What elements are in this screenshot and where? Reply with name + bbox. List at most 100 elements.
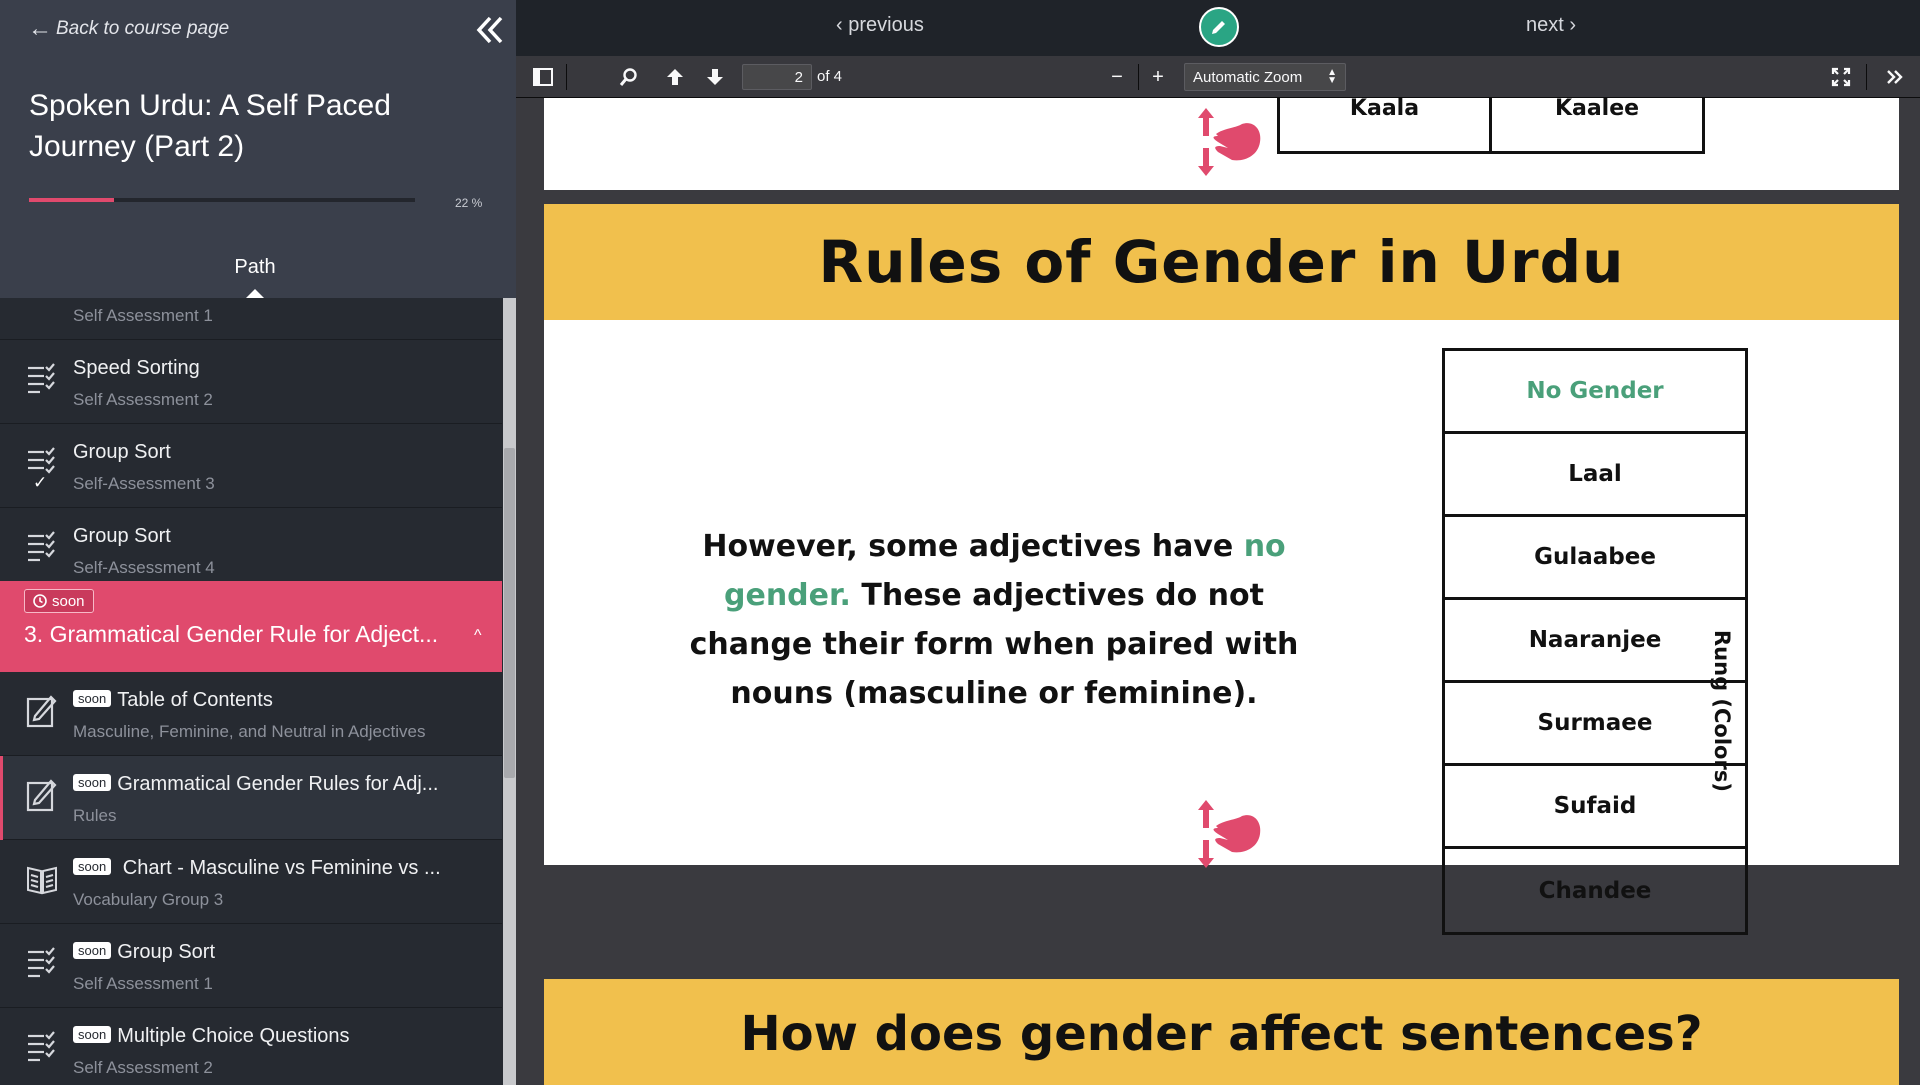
arrow-up-icon [667, 69, 683, 85]
list-item[interactable]: soon Chart - Masculine vs Feminine vs ..… [0, 840, 502, 924]
scrollbar-thumb[interactable] [504, 448, 515, 778]
checklist-icon [26, 362, 58, 396]
list-item-title: soon Table of Contents [73, 689, 273, 712]
sidebar-scrollbar[interactable] [503, 298, 516, 1085]
list-item-title-text: Multiple Choice Questions [117, 1025, 350, 1047]
soon-tag: soon [73, 942, 112, 959]
lesson-list: Self Assessment 1 Speed Sorting Self Ass… [0, 298, 502, 1085]
list-item[interactable]: ✓ Group Sort Self-Assessment 3 [0, 424, 502, 508]
course-sidebar: ← Back to course page Spoken Urdu: A Sel… [0, 0, 516, 1085]
checklist-icon [26, 946, 58, 980]
toolbar-divider [1866, 64, 1867, 90]
page-count: of 4 [817, 68, 843, 85]
soon-badge: soon [24, 589, 94, 613]
checklist-icon [26, 1030, 58, 1064]
list-item-subtitle: Self Assessment 2 [73, 390, 213, 409]
chevron-up-icon[interactable]: ^ [474, 627, 482, 645]
progress-percent: 22 % [455, 196, 483, 210]
next-page-button[interactable] [702, 64, 728, 90]
collapse-sidebar-button[interactable] [470, 10, 510, 50]
section-header[interactable]: soon 3. Grammatical Gender Rule for Adje… [0, 581, 502, 672]
zoom-in-button[interactable]: + [1145, 64, 1171, 90]
list-item-title-text: Grammatical Gender Rules for Adj... [117, 773, 439, 795]
list-item-subtitle: Self-Assessment 4 [73, 558, 215, 577]
list-item-title-text: Chart - Masculine vs Feminine vs ... [117, 857, 441, 879]
fullscreen-icon [1831, 67, 1851, 87]
edit-document-icon [26, 778, 58, 812]
back-to-course-link[interactable]: ← Back to course page [28, 17, 229, 41]
soon-tag: soon [73, 774, 112, 791]
back-link-label: Back to course page [56, 18, 230, 39]
table-row: Naaranjee [1445, 600, 1745, 683]
edit-document-icon [26, 694, 58, 728]
pdf-viewer[interactable]: Kaala Kaalee Rules of Gender in Urdu How… [516, 98, 1920, 1085]
search-button[interactable] [616, 64, 642, 90]
swipe-hand-icon [1198, 108, 1261, 176]
table-row: Surmaee [1445, 683, 1745, 766]
course-title: Spoken Urdu: A Self Paced Journey (Part … [29, 89, 391, 163]
checklist-icon [26, 530, 58, 564]
clock-icon [33, 594, 47, 608]
table-header: No Gender [1445, 351, 1745, 434]
explanation-text: However, some adjectives have no gender.… [684, 522, 1304, 718]
presentation-mode-button[interactable] [1828, 64, 1854, 90]
swipe-hand-icon [1198, 800, 1261, 868]
list-item-subtitle: Self Assessment 1 [73, 306, 213, 325]
edit-button[interactable] [1199, 7, 1239, 47]
search-icon [619, 68, 637, 86]
list-item-subtitle: Vocabulary Group 3 [73, 890, 224, 909]
list-item[interactable]: soon Multiple Choice Questions Self Asses… [0, 1008, 502, 1085]
toolbar-divider [566, 64, 567, 90]
course-progress-bar [29, 198, 415, 202]
completed-check-icon: ✓ [33, 473, 48, 492]
double-chevron-right-icon [1887, 70, 1903, 84]
tools-menu-button[interactable] [1882, 64, 1908, 90]
list-item-active[interactable]: soon Grammatical Gender Rules for Adj... … [0, 756, 502, 840]
list-item-subtitle: Self Assessment 1 [73, 974, 213, 993]
next-button[interactable]: next › [1526, 14, 1576, 37]
soon-tag: soon [73, 690, 112, 707]
list-item-subtitle: Self-Assessment 3 [73, 474, 215, 493]
list-item[interactable]: soon Table of Contents Masculine, Feminin… [0, 672, 502, 756]
next-slide-title: How does gender affect sentences? [544, 979, 1899, 1085]
double-chevron-left-icon [476, 16, 503, 44]
pencil-icon [1212, 21, 1225, 34]
page-number-input[interactable] [742, 64, 812, 90]
sidebar-toggle-icon [533, 68, 553, 86]
list-item-title: soon Group Sort [73, 941, 215, 964]
table-cell: Kaala [1277, 98, 1492, 154]
soon-tag: soon [73, 858, 112, 875]
toolbar-divider [1138, 64, 1139, 90]
list-item-subtitle: Rules [73, 806, 117, 825]
list-item-title: Group Sort [73, 525, 171, 547]
pdf-toolbar: of 4 − + Automatic Zoom ▲▼ [516, 56, 1920, 98]
lesson-navigation: ‹ previous next › [516, 0, 1920, 56]
table-row: Gulaabee [1445, 517, 1745, 600]
list-item-title: Group Sort [73, 441, 171, 463]
list-item[interactable]: Speed Sorting Self Assessment 2 [0, 340, 502, 424]
select-arrows-icon: ▲ ▼ [1327, 67, 1337, 86]
table-cell: Kaalee [1489, 98, 1705, 154]
pdf-page-previous-section: Kaala Kaalee [544, 98, 1899, 190]
table-row: Sufaid [1445, 766, 1745, 849]
list-item[interactable]: Self Assessment 1 [0, 298, 502, 340]
list-item[interactable]: soon Group Sort Self Assessment 1 [0, 924, 502, 1008]
no-gender-table: No Gender Laal Gulaabee Naaranjee Surmae… [1442, 348, 1748, 935]
pdf-page-body: However, some adjectives have no gender.… [544, 320, 1899, 935]
zoom-select[interactable]: Automatic Zoom ▲ ▼ [1184, 63, 1346, 91]
slide-title: Rules of Gender in Urdu [544, 204, 1899, 320]
progress-fill [29, 198, 114, 202]
zoom-out-button[interactable]: − [1104, 64, 1130, 90]
sidebar-header: ← Back to course page Spoken Urdu: A Sel… [0, 0, 516, 298]
list-item-title-text: Table of Contents [117, 689, 273, 711]
tab-path[interactable]: Path [210, 256, 300, 279]
previous-page-button[interactable] [662, 64, 688, 90]
list-item[interactable]: Group Sort Self-Assessment 4 [0, 508, 502, 592]
list-item-title: soon Multiple Choice Questions [73, 1025, 350, 1048]
list-item-title-text: Group Sort [117, 941, 216, 963]
soon-badge-label: soon [52, 592, 85, 610]
table-row: Chandee [1538, 877, 1652, 904]
book-icon [26, 862, 58, 896]
toggle-sidebar-button[interactable] [530, 64, 556, 90]
previous-button[interactable]: ‹ previous [836, 14, 924, 37]
